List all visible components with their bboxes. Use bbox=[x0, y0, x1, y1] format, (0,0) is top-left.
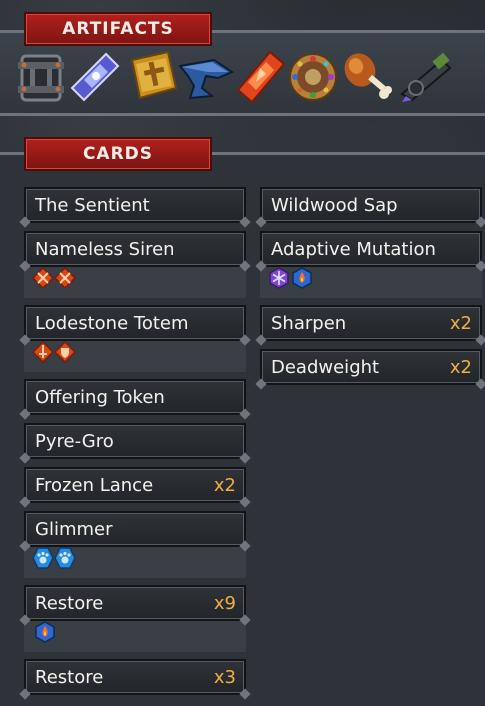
card-row[interactable]: Lodestone Totem bbox=[24, 305, 246, 341]
card-name: Restore bbox=[35, 666, 104, 688]
card-name: Glimmer bbox=[35, 518, 113, 540]
card-name: Restore bbox=[35, 592, 104, 614]
blue-flame-icon bbox=[34, 621, 56, 643]
card-count: x9 bbox=[213, 592, 236, 614]
badge-tray bbox=[24, 618, 246, 652]
card-name: The Sentient bbox=[35, 194, 150, 216]
card-row[interactable]: Wildwood Sap bbox=[260, 187, 482, 223]
card-name: Offering Token bbox=[35, 386, 165, 408]
card-name: Deadweight bbox=[271, 356, 380, 378]
card-row[interactable]: Restore x3 bbox=[24, 659, 246, 695]
purple-snowflake-icon bbox=[268, 267, 290, 289]
card-name: Pyre-Gro bbox=[35, 430, 114, 452]
cards-header-label: CARDS bbox=[82, 144, 154, 164]
artifacts-header-label: ARTIFACTS bbox=[62, 19, 174, 39]
red-shield-icon bbox=[53, 340, 77, 364]
card-row[interactable]: Offering Token bbox=[24, 379, 246, 415]
card-row[interactable]: Frozen Lance x2 bbox=[24, 467, 246, 503]
card-name: Lodestone Totem bbox=[35, 312, 189, 334]
card-row[interactable]: The Sentient bbox=[24, 187, 246, 223]
card-count: x2 bbox=[449, 356, 472, 378]
artifacts-header: ARTIFACTS bbox=[24, 12, 212, 46]
cards-header: CARDS bbox=[24, 137, 212, 171]
cannon-icon[interactable] bbox=[398, 50, 452, 104]
card-name: Nameless Siren bbox=[35, 238, 175, 260]
card-row[interactable]: Adaptive Mutation bbox=[260, 231, 482, 267]
card-name: Frozen Lance bbox=[35, 474, 154, 496]
card-row[interactable]: Restore x9 bbox=[24, 585, 246, 621]
crystal-gem-icon[interactable] bbox=[70, 50, 120, 104]
drumstick-icon[interactable] bbox=[342, 50, 392, 104]
red-gem-icon[interactable] bbox=[236, 50, 286, 104]
iron-cage-icon[interactable] bbox=[16, 50, 66, 104]
ornate-shield-icon[interactable] bbox=[288, 50, 338, 104]
card-count: x2 bbox=[449, 312, 472, 334]
card-row[interactable]: Glimmer bbox=[24, 511, 246, 547]
blue-flame-icon bbox=[291, 267, 313, 289]
card-name: Wildwood Sap bbox=[271, 194, 398, 216]
card-row[interactable]: Sharpen x2 bbox=[260, 305, 482, 341]
red-crossed-swords-icon bbox=[31, 266, 55, 290]
card-name: Sharpen bbox=[271, 312, 347, 334]
card-count: x3 bbox=[213, 666, 236, 688]
red-crossed-swords-icon bbox=[53, 266, 77, 290]
card-name: Adaptive Mutation bbox=[271, 238, 436, 260]
card-row[interactable]: Pyre-Gro bbox=[24, 423, 246, 459]
blue-paw-icon bbox=[32, 547, 54, 569]
blue-anvil-icon[interactable] bbox=[178, 50, 235, 104]
card-row[interactable]: Nameless Siren bbox=[24, 231, 246, 267]
red-sword-icon bbox=[31, 340, 55, 364]
card-row[interactable]: Deadweight x2 bbox=[260, 349, 482, 385]
blue-paw-icon bbox=[54, 547, 76, 569]
card-count: x2 bbox=[213, 474, 236, 496]
golden-cross-tablet-icon[interactable] bbox=[122, 50, 178, 104]
